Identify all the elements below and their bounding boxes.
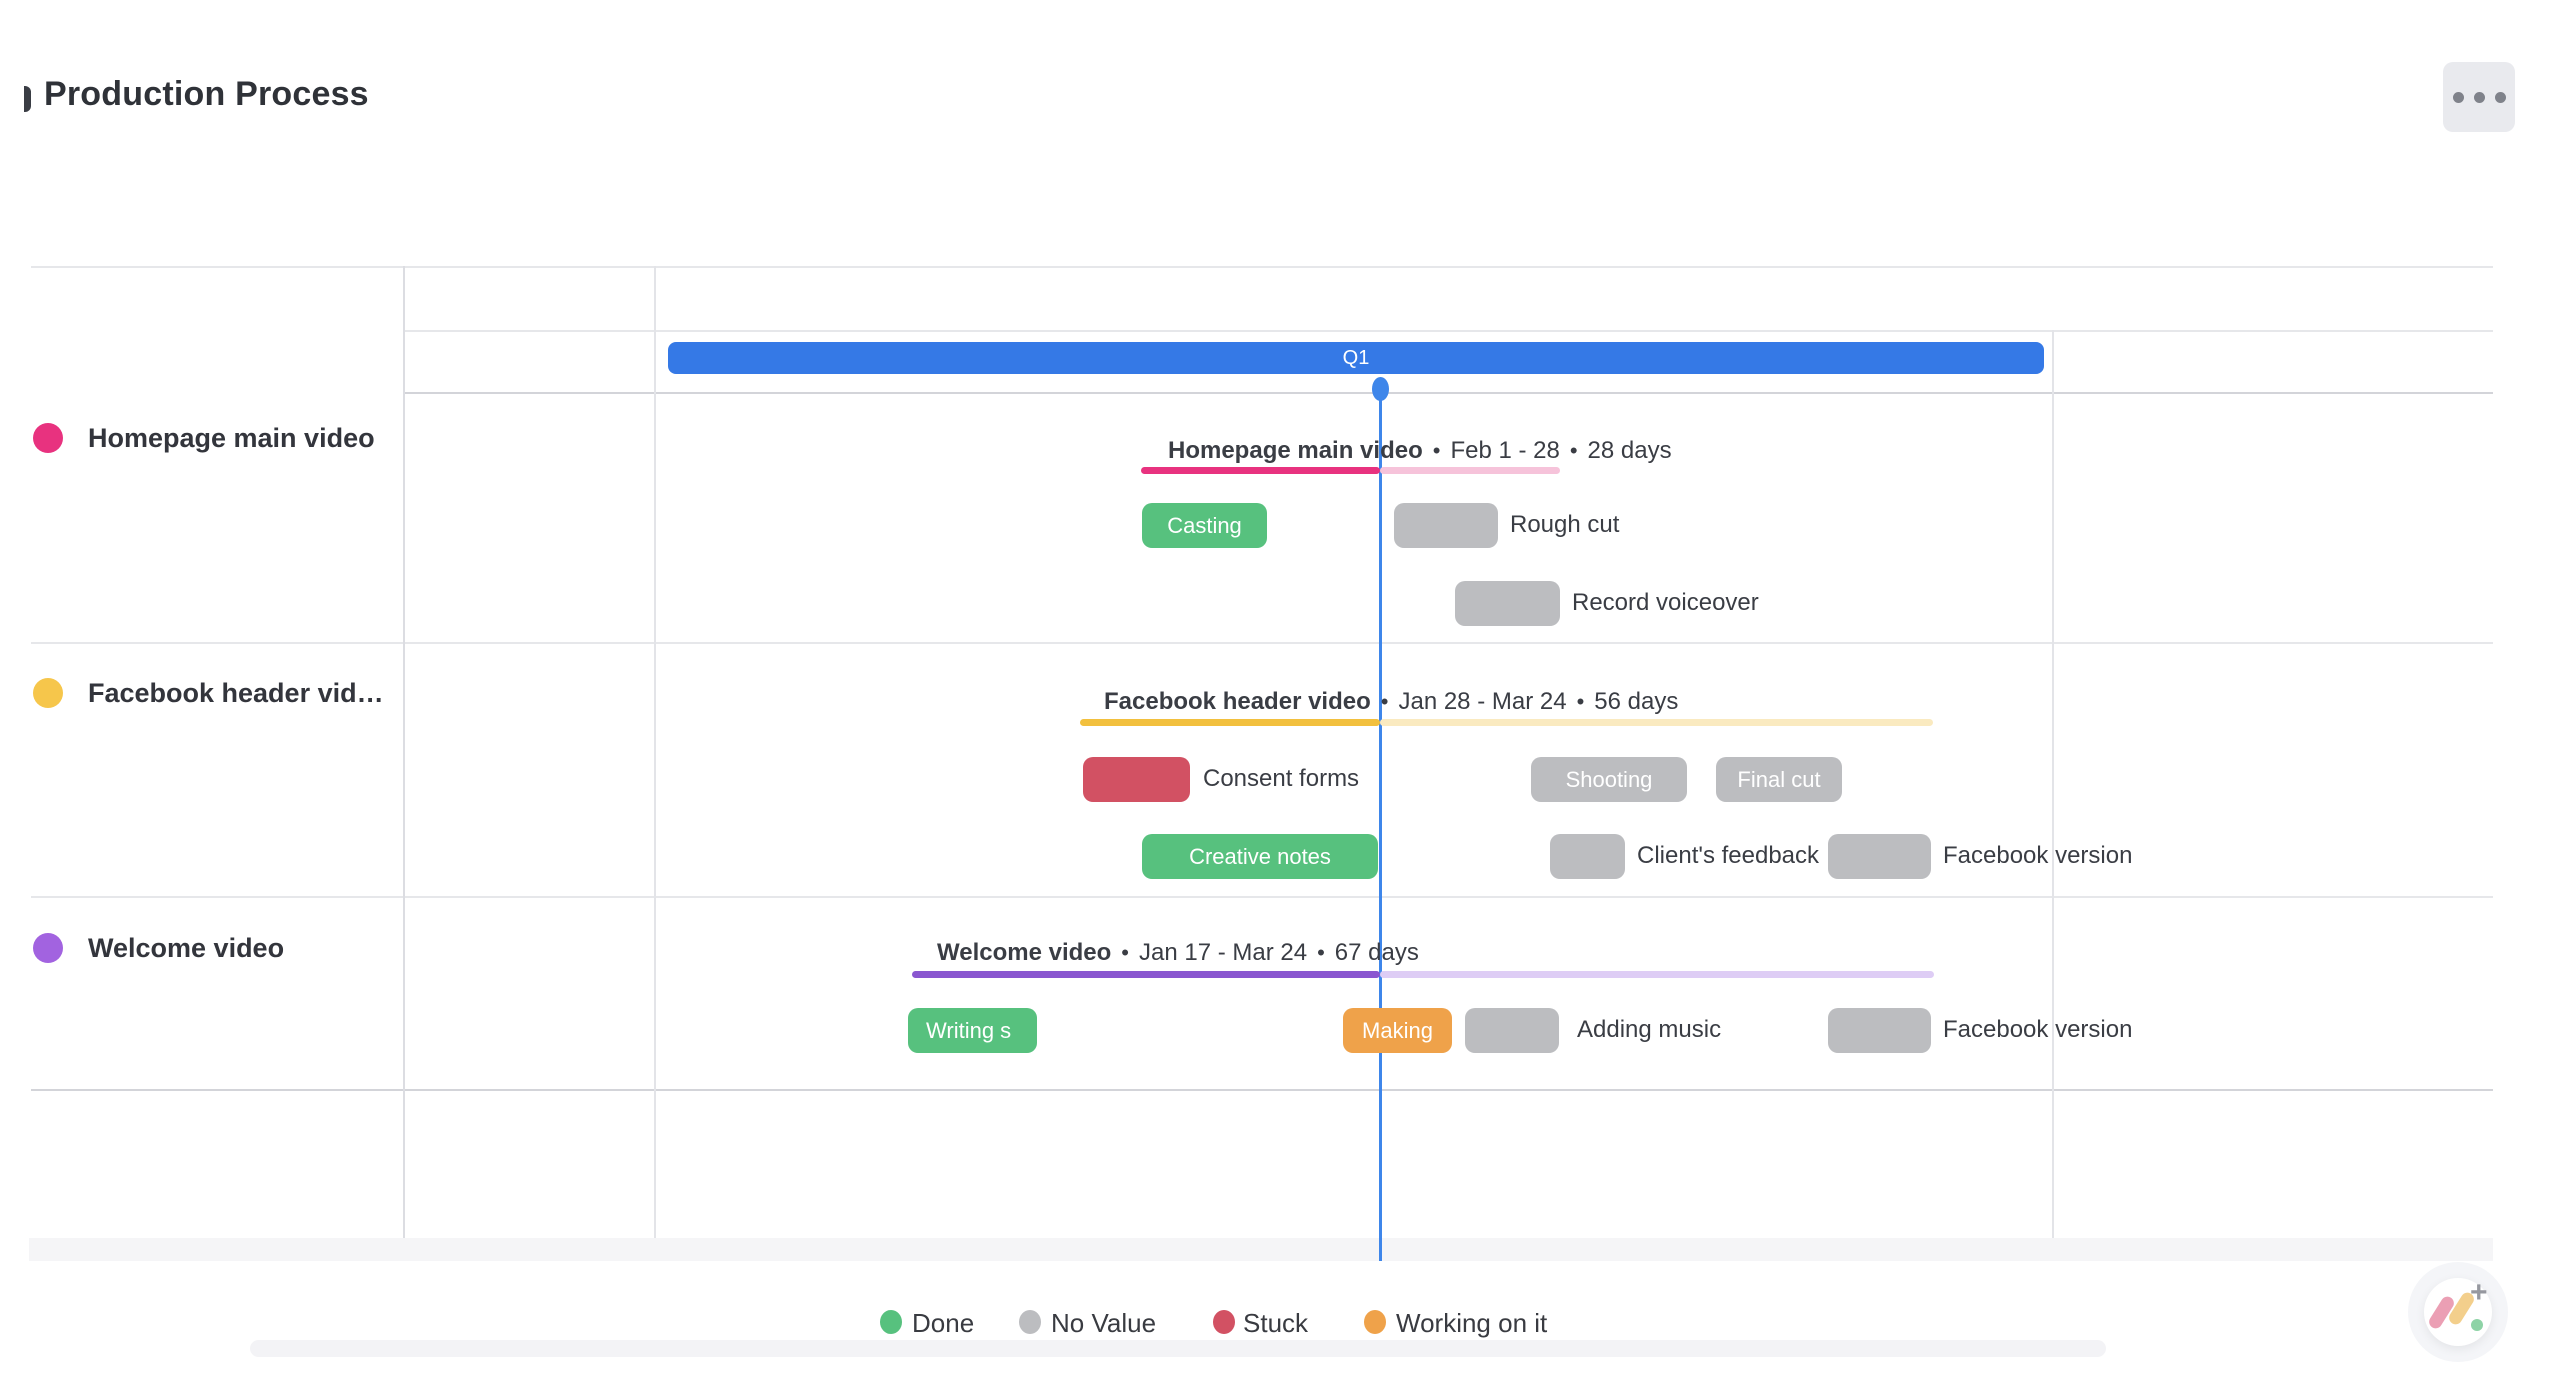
- task-label-clients-feedback: Client's feedback: [1637, 842, 1820, 869]
- group-dates: Feb 1 - 28: [1450, 437, 1560, 464]
- quarter-bar: Q1: [668, 342, 2044, 374]
- task-label: Final cut: [1737, 766, 1821, 792]
- legend-label-stuck: Stuck: [1243, 1308, 1309, 1338]
- bullet-separator: •: [1121, 940, 1129, 965]
- task-bar-final-cut[interactable]: Final cut: [1716, 757, 1842, 802]
- bullet-separator: •: [1569, 438, 1578, 463]
- page-title: Production Process: [44, 75, 369, 113]
- row-separator: [31, 642, 2493, 644]
- clipped-text-fragment: [24, 86, 31, 112]
- task-bar-writing-script[interactable]: Writing s: [908, 1008, 1037, 1053]
- legend-label-no-value: No Value: [1051, 1308, 1157, 1338]
- group-name: Welcome video: [937, 939, 1112, 966]
- group-progress-remaining: [1380, 467, 1560, 474]
- task-label: Casting: [1167, 512, 1242, 538]
- row-separator: [31, 896, 2493, 898]
- grid-line-top: [31, 266, 2493, 268]
- group-header: Welcome video • Jan 17 - Mar 24 • 67 day…: [937, 939, 1419, 967]
- legend-dot-working-on-it: [1364, 1310, 1386, 1334]
- task-bar-casting[interactable]: Casting: [1142, 503, 1267, 548]
- task-bar-creative-notes[interactable]: Creative notes: [1142, 834, 1378, 879]
- legend-dot-no-value: [1019, 1310, 1041, 1334]
- group-color-dot: [33, 423, 63, 453]
- gantt-widget: Production Process Q1 Homepage main vide…: [0, 0, 2560, 1400]
- task-bar-facebook-version-2[interactable]: [1828, 1008, 1931, 1053]
- task-label: Writing s: [926, 1017, 1012, 1043]
- task-bar-making[interactable]: Making: [1343, 1008, 1452, 1053]
- widget-menu-button[interactable]: [2443, 62, 2515, 132]
- group-progress-remaining: [1380, 971, 1934, 978]
- today-line: [1379, 390, 1382, 1261]
- bullet-separator: •: [1432, 438, 1441, 463]
- quarter-label: Q1: [1342, 346, 1370, 369]
- group-dates: Jan 17 - Mar 24: [1138, 939, 1308, 966]
- add-widget-button[interactable]: +: [2424, 1276, 2492, 1346]
- sidebar-item-welcome-video[interactable]: Welcome video: [88, 933, 284, 964]
- task-label-record-voiceover: Record voiceover: [1572, 589, 1759, 616]
- group-progress-done: [1141, 467, 1380, 474]
- row-separator: [31, 1089, 2493, 1091]
- group-duration: 67 days: [1334, 939, 1419, 966]
- task-bar-consent-forms[interactable]: [1083, 757, 1190, 802]
- group-progress-done: [1080, 719, 1380, 726]
- legend-dot-stuck: [1213, 1310, 1235, 1334]
- group-header: Homepage main video • Feb 1 - 28 • 28 da…: [1168, 437, 1672, 465]
- column-divider: [403, 266, 405, 1261]
- task-label-adding-music: Adding music: [1577, 1016, 1722, 1043]
- today-marker-dot[interactable]: [1372, 377, 1389, 401]
- group-progress-remaining: [1380, 719, 1933, 726]
- task-label-rough-cut: Rough cut: [1510, 511, 1620, 538]
- group-duration: 28 days: [1587, 437, 1672, 464]
- card-bottom-shadow: [250, 1340, 2106, 1357]
- task-bar-clients-feedback[interactable]: [1550, 834, 1625, 879]
- task-bar-shooting[interactable]: Shooting: [1531, 757, 1687, 802]
- legend-dot-done: [880, 1310, 902, 1334]
- group-dates: Jan 28 - Mar 24: [1398, 688, 1567, 715]
- ellipsis-icon: [2452, 91, 2464, 103]
- task-label: Making: [1362, 1017, 1433, 1043]
- grid-line: [403, 330, 2493, 332]
- group-header: Facebook header video • Jan 28 - Mar 24 …: [1104, 688, 1678, 716]
- sidebar-item-homepage-main-video[interactable]: Homepage main video: [88, 423, 375, 454]
- grid-line-vertical: [2052, 330, 2054, 1261]
- footer-band: [29, 1238, 2493, 1261]
- group-color-dot: [33, 933, 63, 963]
- task-bar-facebook-version[interactable]: [1828, 834, 1931, 879]
- task-label: Creative notes: [1189, 843, 1331, 869]
- legend-label-working-on-it: Working on it: [1396, 1308, 1548, 1338]
- task-label-facebook-version: Facebook version: [1943, 842, 2133, 869]
- legend-label-done: Done: [912, 1308, 975, 1338]
- group-duration: 56 days: [1594, 688, 1679, 715]
- task-bar-record-voiceover[interactable]: [1455, 581, 1560, 626]
- group-name: Homepage main video: [1168, 437, 1423, 464]
- grid-line: [403, 392, 2493, 394]
- bullet-separator: •: [1317, 940, 1325, 965]
- task-bar-adding-music[interactable]: [1465, 1008, 1559, 1053]
- task-bar-rough-cut[interactable]: [1394, 503, 1498, 548]
- task-label-consent-forms: Consent forms: [1203, 765, 1360, 792]
- plus-icon: +: [2470, 1276, 2488, 1309]
- column-divider: [654, 266, 656, 1261]
- group-progress-done: [912, 971, 1380, 978]
- task-label-facebook-version-2: Facebook version: [1943, 1016, 2133, 1043]
- bullet-separator: •: [1576, 689, 1585, 714]
- group-color-dot: [33, 678, 63, 708]
- group-name: Facebook header video: [1104, 688, 1371, 715]
- task-label: Shooting: [1565, 766, 1653, 792]
- bullet-separator: •: [1380, 689, 1389, 714]
- sidebar-item-facebook-header-video[interactable]: Facebook header vid…: [88, 678, 384, 709]
